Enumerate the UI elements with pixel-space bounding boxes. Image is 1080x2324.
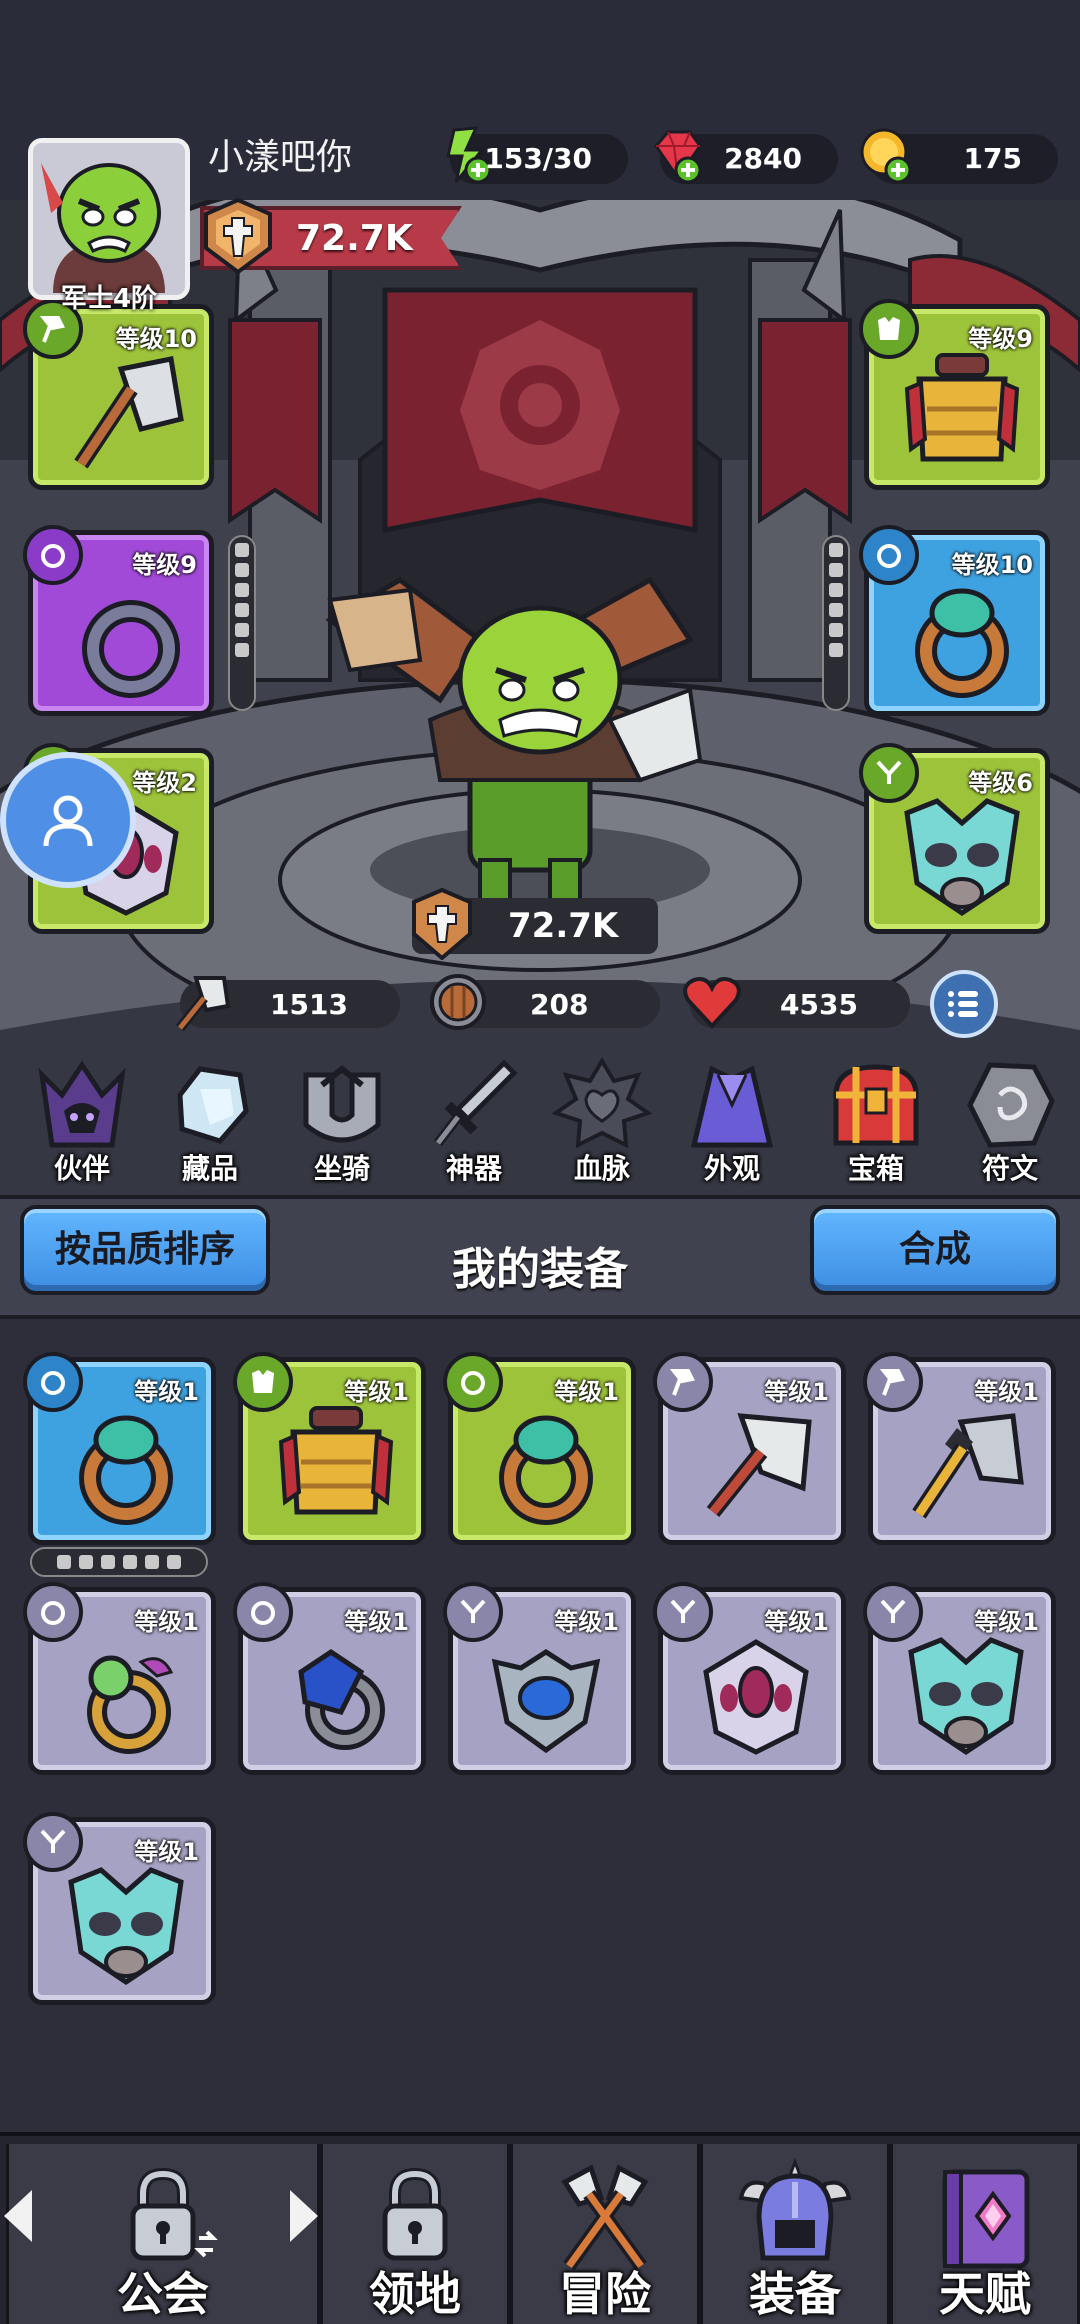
mount-horns-icon	[303, 1065, 381, 1143]
slot-lock-indicator	[822, 535, 850, 711]
nav-label: 天赋	[939, 2267, 1031, 2321]
gold-armor-item-icon	[278, 1406, 394, 1515]
hero-arena: 等级10 等级9 等级2 等级9 等级10 等级6 72.7K 1513 208…	[0, 200, 1080, 1200]
hooded-companion-icon	[38, 1060, 126, 1148]
inventory-item[interactable]: 等级1	[863, 1352, 1056, 1545]
slot-lock-indicator	[228, 535, 256, 711]
feature-bloodline[interactable]: 血脉	[542, 1055, 662, 1200]
nav-talent[interactable]: 天赋	[890, 2144, 1080, 2324]
equipped-weapon-slot[interactable]: 等级10	[23, 299, 214, 490]
list-icon	[948, 991, 978, 1017]
shield-defense-icon	[430, 974, 486, 1030]
nav-scroll-right-arrow[interactable]	[290, 2190, 318, 2242]
dark-ring-item-icon	[82, 600, 180, 698]
feature-rune[interactable]: 符文	[950, 1055, 1070, 1200]
feature-companion[interactable]: 伙伴	[22, 1055, 142, 1200]
health-value: 4535	[780, 988, 858, 1021]
inventory-item[interactable]: 等级1	[653, 1582, 846, 1775]
inventory-item[interactable]: 等级1	[23, 1582, 216, 1775]
cape-appearance-icon	[690, 1065, 774, 1148]
gold-coin-plus-icon	[860, 128, 912, 184]
teal-mask-item-icon	[904, 798, 1020, 917]
jade-ring-item-icon	[79, 1415, 173, 1525]
equipped-mask-slot[interactable]: 等级6	[859, 743, 1050, 934]
feature-mount[interactable]: 坐骑	[282, 1055, 402, 1200]
feature-artifact[interactable]: 神器	[414, 1055, 534, 1200]
nav-territory[interactable]: 领地	[320, 2144, 510, 2324]
teal-mask-item-icon	[908, 1637, 1024, 1756]
feature-treasure-chest[interactable]: 宝箱	[816, 1055, 936, 1200]
combat-power-icon	[204, 198, 272, 274]
defense-stat: 208	[430, 974, 660, 1030]
health-stat: 4535	[683, 977, 910, 1029]
axe-item-icon	[74, 356, 184, 469]
floating-profile-button[interactable]	[0, 752, 136, 888]
inventory-item[interactable]: 等级1	[233, 1352, 426, 1545]
person-icon	[43, 795, 93, 847]
item-lock-indicator	[30, 1547, 208, 1577]
jade-ring-item-icon	[499, 1415, 593, 1525]
equipped-armor-slot[interactable]: 等级9	[859, 299, 1050, 490]
orb-ring-item-icon	[87, 1655, 174, 1754]
axe-attack-icon	[176, 976, 231, 1032]
inventory-item[interactable]: 等级1	[443, 1582, 636, 1775]
equipment-inventory: 等级1 等级1 等级1 等级1 等级1 等级1 等级1 等级1 等级1 等级1 …	[0, 1315, 1080, 2135]
hero-power-value: 72.7K	[508, 906, 619, 946]
gold-resource[interactable]: 175	[860, 128, 1058, 184]
battle-axe-item-icon	[912, 1413, 1024, 1519]
gems-value: 2840	[724, 142, 802, 175]
bottom-navigation: 公会 领地 冒险 装备 天赋	[0, 2132, 1080, 2324]
artifact-sword-icon	[434, 1059, 518, 1147]
teal-mask-item-icon	[68, 1867, 184, 1986]
nav-equipment[interactable]: 装备	[700, 2144, 890, 2324]
inventory-item[interactable]: 等级1	[653, 1352, 846, 1545]
gold-value: 175	[963, 142, 1022, 175]
inventory-item[interactable]: 等级1	[443, 1352, 636, 1545]
ruby-plus-icon	[654, 130, 702, 184]
nav-adventure[interactable]: 冒险	[510, 2144, 700, 2324]
energy-resource[interactable]: 153/30	[446, 126, 628, 184]
nav-guild[interactable]: 公会	[6, 2144, 320, 2324]
nav-label: 装备	[749, 2267, 841, 2321]
nav-scroll-left-arrow[interactable]	[4, 2190, 32, 2242]
gold-armor-item-icon	[904, 353, 1020, 462]
sapphire-ring-item-icon	[298, 1648, 385, 1750]
equipped-ring-slot[interactable]: 等级9	[23, 525, 214, 716]
bloodline-emblem-icon	[551, 1057, 653, 1149]
hero-power-display: 72.7K	[412, 888, 658, 960]
treasure-chest-icon	[833, 1064, 919, 1146]
jade-ring-item-icon	[915, 588, 1009, 698]
merge-button[interactable]: 合成	[810, 1205, 1060, 1295]
player-power-value: 72.7K	[296, 218, 413, 259]
attack-value: 1513	[270, 988, 348, 1021]
crystal-collection-icon	[177, 1066, 249, 1144]
inventory-item[interactable]: 等级1	[23, 1352, 216, 1545]
nav-label: 冒险	[559, 2267, 651, 2321]
rune-stone-icon	[967, 1062, 1055, 1148]
player-avatar[interactable]	[28, 138, 190, 300]
energy-value: 153/30	[484, 142, 592, 175]
defense-value: 208	[530, 988, 589, 1021]
feature-shortcut-bar: 伙伴 藏品 坐骑 神器 血脉 外观 宝箱 符文	[0, 1055, 1080, 1200]
gems-resource[interactable]: 2840	[654, 130, 838, 184]
feature-appearance[interactable]: 外观	[672, 1055, 792, 1200]
nav-label: 公会	[117, 2267, 209, 2321]
combat-power-icon	[412, 888, 472, 960]
equipped-ring2-slot[interactable]: 等级10	[859, 525, 1050, 716]
player-rank: 军士4阶	[60, 284, 158, 314]
attack-stat: 1513	[176, 976, 400, 1032]
player-name: 小漾吧你	[208, 137, 353, 178]
nav-label: 领地	[369, 2267, 461, 2321]
sort-by-quality-button[interactable]: 按品质排序	[20, 1205, 270, 1295]
cleaver-item-icon	[706, 1413, 812, 1517]
inventory-item[interactable]: 等级1	[863, 1582, 1056, 1775]
heart-health-icon	[683, 977, 741, 1029]
equipment-title: 我的装备	[452, 1244, 628, 1295]
inventory-item[interactable]: 等级1	[23, 1812, 216, 2005]
stats-detail-button[interactable]	[930, 970, 998, 1038]
blue-orb-amulet-icon	[491, 1649, 601, 1754]
feature-collection[interactable]: 藏品	[150, 1055, 270, 1200]
inventory-item[interactable]: 等级1	[233, 1582, 426, 1775]
jeweled-mask-item-icon	[703, 1639, 809, 1755]
